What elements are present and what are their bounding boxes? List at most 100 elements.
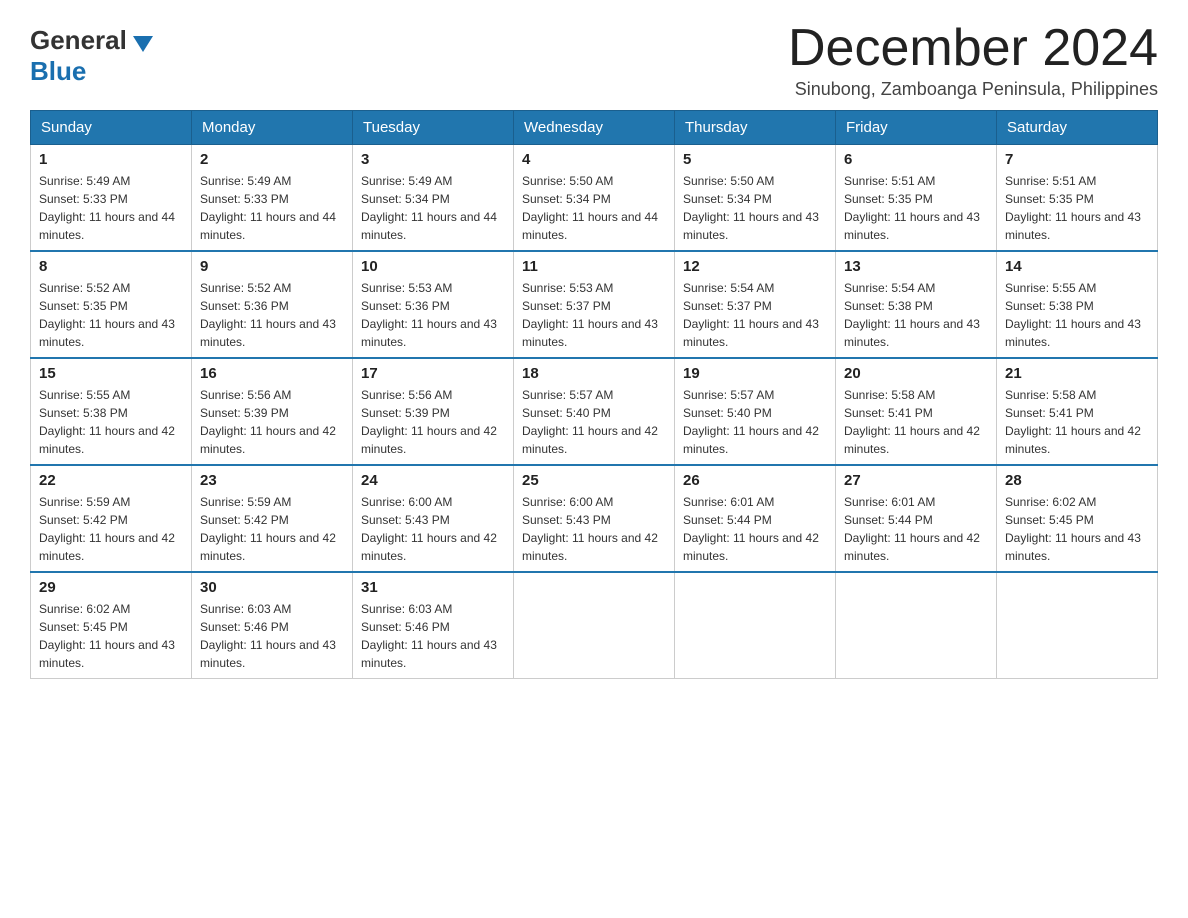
location-subtitle: Sinubong, Zamboanga Peninsula, Philippin…: [788, 79, 1158, 100]
calendar-week-row: 8 Sunrise: 5:52 AMSunset: 5:35 PMDaylight…: [31, 251, 1158, 358]
day-number: 29: [39, 579, 183, 596]
calendar-cell: 28 Sunrise: 6:02 AMSunset: 5:45 PMDayligh…: [997, 465, 1158, 572]
day-number: 21: [1005, 365, 1149, 382]
day-info: Sunrise: 5:59 AMSunset: 5:42 PMDaylight:…: [39, 493, 183, 565]
calendar-cell: 16 Sunrise: 5:56 AMSunset: 5:39 PMDayligh…: [192, 358, 353, 465]
calendar-cell: 12 Sunrise: 5:54 AMSunset: 5:37 PMDayligh…: [675, 251, 836, 358]
day-header-wednesday: Wednesday: [514, 111, 675, 145]
day-number: 31: [361, 579, 505, 596]
calendar-week-row: 22 Sunrise: 5:59 AMSunset: 5:42 PMDayligh…: [31, 465, 1158, 572]
calendar-cell: 19 Sunrise: 5:57 AMSunset: 5:40 PMDayligh…: [675, 358, 836, 465]
calendar-cell: 24Sunrise: 6:00 AMSunset: 5:43 PMDayligh…: [353, 465, 514, 572]
day-info: Sunrise: 5:51 AMSunset: 5:35 PMDaylight:…: [844, 172, 988, 244]
day-info: Sunrise: 6:02 AMSunset: 5:45 PMDaylight:…: [39, 600, 183, 672]
calendar-cell: 1 Sunrise: 5:49 AMSunset: 5:33 PMDaylight…: [31, 145, 192, 252]
calendar-cell: 8 Sunrise: 5:52 AMSunset: 5:35 PMDaylight…: [31, 251, 192, 358]
day-info: Sunrise: 5:57 AMSunset: 5:40 PMDaylight:…: [683, 386, 827, 458]
day-info: Sunrise: 6:03 AMSunset: 5:46 PMDaylight:…: [200, 600, 344, 672]
day-info: Sunrise: 5:49 AMSunset: 5:33 PMDaylight:…: [39, 172, 183, 244]
day-number: 23: [200, 472, 344, 489]
day-info: Sunrise: 5:55 AMSunset: 5:38 PMDaylight:…: [39, 386, 183, 458]
day-header-tuesday: Tuesday: [353, 111, 514, 145]
calendar-cell: 3 Sunrise: 5:49 AMSunset: 5:34 PMDaylight…: [353, 145, 514, 252]
calendar-cell: 9 Sunrise: 5:52 AMSunset: 5:36 PMDaylight…: [192, 251, 353, 358]
day-info: Sunrise: 5:57 AMSunset: 5:40 PMDaylight:…: [522, 386, 666, 458]
day-info: Sunrise: 6:03 AMSunset: 5:46 PMDaylight:…: [361, 600, 505, 672]
day-number: 8: [39, 258, 183, 275]
page-header: General Blue December 2024 Sinubong, Zam…: [30, 20, 1158, 100]
day-number: 16: [200, 365, 344, 382]
calendar-cell: 20Sunrise: 5:58 AMSunset: 5:41 PMDayligh…: [836, 358, 997, 465]
day-info: Sunrise: 6:01 AMSunset: 5:44 PMDaylight:…: [844, 493, 988, 565]
day-number: 6: [844, 151, 988, 168]
day-number: 7: [1005, 151, 1149, 168]
day-number: 12: [683, 258, 827, 275]
calendar-cell: 27 Sunrise: 6:01 AMSunset: 5:44 PMDayligh…: [836, 465, 997, 572]
day-info: Sunrise: 6:01 AMSunset: 5:44 PMDaylight:…: [683, 493, 827, 565]
day-number: 17: [361, 365, 505, 382]
calendar-table: SundayMondayTuesdayWednesdayThursdayFrid…: [30, 110, 1158, 679]
calendar-week-row: 1 Sunrise: 5:49 AMSunset: 5:33 PMDaylight…: [31, 145, 1158, 252]
calendar-cell: 22 Sunrise: 5:59 AMSunset: 5:42 PMDayligh…: [31, 465, 192, 572]
day-number: 22: [39, 472, 183, 489]
calendar-cell: 7Sunrise: 5:51 AMSunset: 5:35 PMDaylight…: [997, 145, 1158, 252]
title-block: December 2024 Sinubong, Zamboanga Penins…: [788, 20, 1158, 100]
day-number: 28: [1005, 472, 1149, 489]
day-number: 2: [200, 151, 344, 168]
logo-blue: Blue: [30, 56, 86, 86]
logo-general: General: [30, 25, 127, 56]
calendar-cell: 2Sunrise: 5:49 AMSunset: 5:33 PMDaylight…: [192, 145, 353, 252]
day-number: 19: [683, 365, 827, 382]
day-info: Sunrise: 5:54 AMSunset: 5:38 PMDaylight:…: [844, 279, 988, 351]
calendar-week-row: 15Sunrise: 5:55 AMSunset: 5:38 PMDayligh…: [31, 358, 1158, 465]
day-info: Sunrise: 5:50 AMSunset: 5:34 PMDaylight:…: [522, 172, 666, 244]
day-info: Sunrise: 5:50 AMSunset: 5:34 PMDaylight:…: [683, 172, 827, 244]
day-number: 9: [200, 258, 344, 275]
day-header-monday: Monday: [192, 111, 353, 145]
day-number: 11: [522, 258, 666, 275]
logo: General Blue: [30, 20, 153, 87]
day-header-thursday: Thursday: [675, 111, 836, 145]
day-info: Sunrise: 5:53 AMSunset: 5:36 PMDaylight:…: [361, 279, 505, 351]
calendar-cell: 10 Sunrise: 5:53 AMSunset: 5:36 PMDayligh…: [353, 251, 514, 358]
day-number: 27: [844, 472, 988, 489]
day-number: 3: [361, 151, 505, 168]
day-number: 18: [522, 365, 666, 382]
calendar-cell: 23 Sunrise: 5:59 AMSunset: 5:42 PMDayligh…: [192, 465, 353, 572]
day-header-sunday: Sunday: [31, 111, 192, 145]
day-info: Sunrise: 6:00 AMSunset: 5:43 PMDaylight:…: [522, 493, 666, 565]
day-info: Sunrise: 5:52 AMSunset: 5:36 PMDaylight:…: [200, 279, 344, 351]
day-info: Sunrise: 5:49 AMSunset: 5:34 PMDaylight:…: [361, 172, 505, 244]
calendar-cell: [514, 572, 675, 679]
calendar-cell: 18 Sunrise: 5:57 AMSunset: 5:40 PMDayligh…: [514, 358, 675, 465]
calendar-cell: 31 Sunrise: 6:03 AMSunset: 5:46 PMDayligh…: [353, 572, 514, 679]
calendar-cell: 14Sunrise: 5:55 AMSunset: 5:38 PMDayligh…: [997, 251, 1158, 358]
calendar-cell: 5Sunrise: 5:50 AMSunset: 5:34 PMDaylight…: [675, 145, 836, 252]
calendar-cell: 17Sunrise: 5:56 AMSunset: 5:39 PMDayligh…: [353, 358, 514, 465]
day-header-saturday: Saturday: [997, 111, 1158, 145]
day-number: 10: [361, 258, 505, 275]
calendar-header-row: SundayMondayTuesdayWednesdayThursdayFrid…: [31, 111, 1158, 145]
calendar-cell: 21Sunrise: 5:58 AMSunset: 5:41 PMDayligh…: [997, 358, 1158, 465]
calendar-cell: [836, 572, 997, 679]
logo-triangle-icon: [133, 36, 153, 52]
calendar-cell: 29 Sunrise: 6:02 AMSunset: 5:45 PMDayligh…: [31, 572, 192, 679]
day-info: Sunrise: 5:54 AMSunset: 5:37 PMDaylight:…: [683, 279, 827, 351]
calendar-week-row: 29 Sunrise: 6:02 AMSunset: 5:45 PMDayligh…: [31, 572, 1158, 679]
day-number: 30: [200, 579, 344, 596]
day-number: 13: [844, 258, 988, 275]
day-info: Sunrise: 5:56 AMSunset: 5:39 PMDaylight:…: [200, 386, 344, 458]
calendar-cell: 6 Sunrise: 5:51 AMSunset: 5:35 PMDaylight…: [836, 145, 997, 252]
calendar-cell: 26Sunrise: 6:01 AMSunset: 5:44 PMDayligh…: [675, 465, 836, 572]
day-number: 4: [522, 151, 666, 168]
day-number: 1: [39, 151, 183, 168]
day-info: Sunrise: 5:53 AMSunset: 5:37 PMDaylight:…: [522, 279, 666, 351]
day-info: Sunrise: 5:59 AMSunset: 5:42 PMDaylight:…: [200, 493, 344, 565]
day-info: Sunrise: 6:02 AMSunset: 5:45 PMDaylight:…: [1005, 493, 1149, 565]
calendar-cell: [675, 572, 836, 679]
calendar-cell: 15Sunrise: 5:55 AMSunset: 5:38 PMDayligh…: [31, 358, 192, 465]
day-info: Sunrise: 5:52 AMSunset: 5:35 PMDaylight:…: [39, 279, 183, 351]
calendar-cell: 4 Sunrise: 5:50 AMSunset: 5:34 PMDaylight…: [514, 145, 675, 252]
calendar-cell: [997, 572, 1158, 679]
calendar-cell: 13 Sunrise: 5:54 AMSunset: 5:38 PMDayligh…: [836, 251, 997, 358]
